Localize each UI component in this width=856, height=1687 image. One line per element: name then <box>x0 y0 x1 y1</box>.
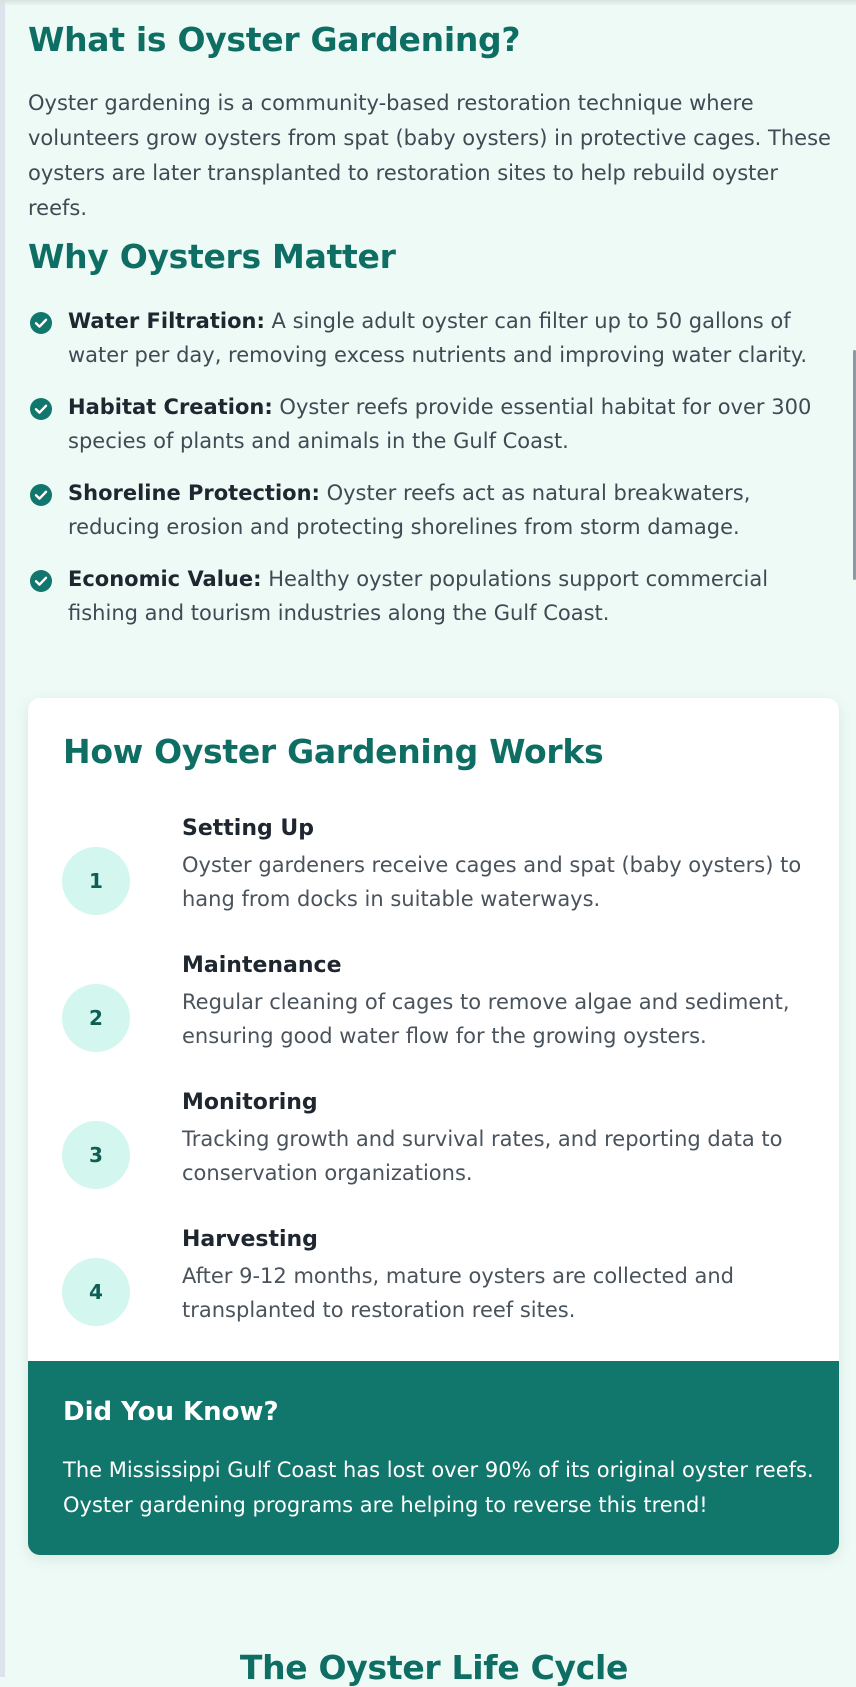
life-cycle-title: The Oyster Life Cycle <box>239 1648 629 1687</box>
page-left-edge <box>0 0 5 1677</box>
what-is-title: What is Oyster Gardening? <box>28 20 521 59</box>
how-it-works-title: How Oyster Gardening Works <box>63 732 604 771</box>
why-oysters-title: Why Oysters Matter <box>28 237 396 276</box>
benefit-item-habitat-creation: Habitat Creation: Oyster reefs provide e… <box>28 390 840 458</box>
benefit-item-economic-value: Economic Value: Healthy oyster populatio… <box>28 562 840 630</box>
benefit-item-water-filtration: Water Filtration: A single adult oyster … <box>28 304 840 372</box>
step-title: Maintenance <box>182 953 342 978</box>
step-title: Harvesting <box>182 1227 318 1252</box>
check-circle-icon <box>30 570 52 592</box>
benefit-label: Water Filtration: <box>68 309 265 333</box>
check-circle-icon <box>30 398 52 420</box>
what-is-paragraph: Oyster gardening is a community-based re… <box>28 91 831 220</box>
step-description: Oyster gardeners receive cages and spat … <box>182 853 802 911</box>
step-description: After 9-12 months, mature oysters are co… <box>182 1264 734 1322</box>
header-shadow <box>0 0 856 6</box>
benefit-label: Habitat Creation: <box>68 395 273 419</box>
step-number-badge: 1 <box>62 847 130 915</box>
did-you-know-title: Did You Know? <box>63 1397 279 1427</box>
step-description: Tracking growth and survival rates, and … <box>182 1127 783 1185</box>
check-circle-icon <box>30 312 52 334</box>
check-circle-icon <box>30 484 52 506</box>
step-number-badge: 4 <box>62 1258 130 1326</box>
benefits-list: Water Filtration: A single adult oyster … <box>28 304 840 648</box>
did-you-know-text: The Mississippi Gulf Coast has lost over… <box>63 1458 814 1517</box>
step-title: Setting Up <box>182 816 315 841</box>
step-number-badge: 3 <box>62 1121 130 1189</box>
benefit-label: Economic Value: <box>68 567 262 591</box>
benefit-label: Shoreline Protection: <box>68 481 320 505</box>
how-it-works-card: How Oyster Gardening Works 1 Setting Up … <box>28 698 839 1555</box>
benefit-item-shoreline-protection: Shoreline Protection: Oyster reefs act a… <box>28 476 840 544</box>
step-title: Monitoring <box>182 1090 318 1115</box>
step-number-badge: 2 <box>62 984 130 1052</box>
step-description: Regular cleaning of cages to remove alga… <box>182 990 790 1048</box>
did-you-know-callout: Did You Know? The Mississippi Gulf Coast… <box>28 1361 839 1555</box>
